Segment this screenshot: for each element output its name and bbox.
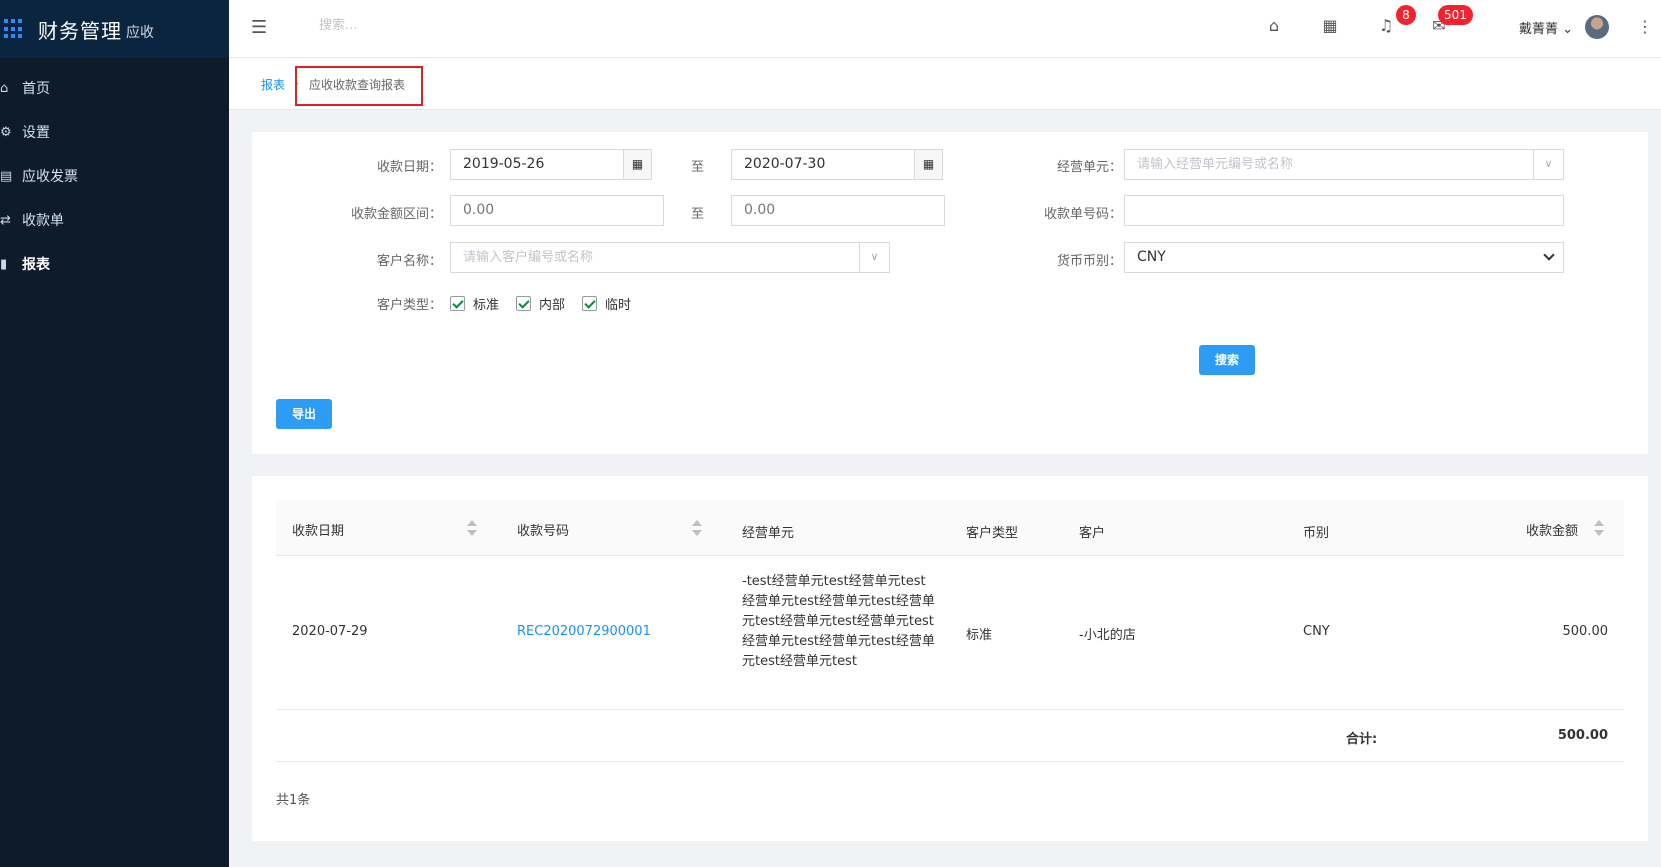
app-grid-icon [4,19,24,39]
sidebar-item-label: 设置 [22,125,50,141]
sidebar-item-label: 首页 [22,81,50,97]
bell-icon[interactable]: ♫ [1376,16,1396,36]
export-button[interactable]: 导出 [276,399,332,429]
sidebar-item-receipt[interactable]: ⇄ 收款单 [0,198,229,242]
chevron-down-icon: ⌄ [1562,22,1574,37]
currency-value: CNY [1137,249,1166,265]
sidebar-item-home[interactable]: ⌂ 首页 [0,66,229,110]
customer-type-label: 客户类型： [376,298,442,313]
calendar-icon[interactable]: ▦ [914,149,943,180]
search-input[interactable] [319,18,519,33]
column-header-customer: 客户 [1079,526,1106,541]
checkbox-label: 标准 [473,298,500,313]
sidebar-item-settings[interactable]: ⚙ 设置 [0,110,229,154]
checkbox-checked-icon [516,296,531,311]
column-header-number[interactable]: 收款号码 [517,520,569,539]
column-header-unit: 经营单元 [742,526,795,541]
app-subtitle: 应收 [126,25,154,41]
customer-type-internal-checkbox[interactable]: 内部 [516,294,565,313]
receipt-no-input[interactable] [1124,195,1564,226]
filter-panel: 收款日期： 2019-05-26 ▦ 至 2020-07-30 ▦ 经营单元： … [252,132,1648,454]
table-row: 2020-07-29 REC2020072900001 -test经营单元tes… [276,556,1624,710]
cell-date: 2020-07-29 [292,624,368,639]
sort-icon[interactable] [1594,520,1604,538]
notification-badge: 8 [1396,5,1416,25]
cell-number-link[interactable]: REC2020072900001 [517,624,651,639]
checkbox-checked-icon [450,296,465,311]
user-name: 戴菁菁 [1519,22,1559,37]
results-panel: 收款日期 收款号码 经营单元 客户类型 客户 币别 收款金额 2020-07-2… [252,476,1648,841]
customer-select[interactable]: 请输入客户编号或名称 ∨ [450,242,890,273]
date-label: 收款日期： [376,160,442,175]
unit-placeholder: 请输入经营单元编号或名称 [1137,157,1294,172]
sum-label: 合计: [1346,732,1378,747]
breadcrumb-link-reports[interactable]: 报表 [261,76,285,93]
sum-value: 500.00 [1557,728,1608,743]
search-button[interactable]: 搜索 [1199,345,1255,375]
customer-type-standard-checkbox[interactable]: 标准 [450,294,499,313]
receipt-icon: ⇄ [0,212,11,228]
date-from-input[interactable]: 2019-05-26 [450,149,624,180]
date-to-separator: 至 [691,160,705,175]
amount-label: 收款金额区间： [350,207,442,222]
total-count: 共1条 [276,793,311,808]
unit-label: 经营单元： [1056,160,1122,175]
column-header-currency: 币别 [1303,526,1330,541]
amount-from-input[interactable]: 0.00 [450,195,664,226]
checkbox-label: 临时 [605,298,632,313]
table-header: 收款日期 收款号码 经营单元 客户类型 客户 币别 收款金额 [276,500,1624,556]
message-badge: 501 [1438,5,1473,25]
date-to-input[interactable]: 2020-07-30 [731,149,915,180]
app-title: 财务管理 [38,18,122,43]
chevron-down-icon [1543,249,1555,261]
breadcrumb-current: 应收收款查询报表 [295,66,423,106]
sidebar-item-label: 收款单 [22,213,64,229]
chevron-down-icon: ∨ [859,242,889,273]
customer-label: 客户名称： [376,254,442,269]
customer-type-temporary-checkbox[interactable]: 临时 [582,294,631,313]
checkbox-checked-icon [582,296,597,311]
apps-grid-icon[interactable]: ▦ [1320,16,1340,36]
sort-icon[interactable] [467,520,477,538]
cell-currency: CNY [1303,624,1330,639]
calendar-icon[interactable]: ▦ [623,149,652,180]
avatar[interactable] [1585,15,1609,39]
breadcrumb: 报表 › 应收收款查询报表 [229,58,1661,110]
column-header-amount[interactable]: 收款金额 [1526,520,1578,539]
menu-toggle-icon[interactable]: ☰ [251,17,271,38]
top-bar: ☰ ⌂ ▦ ♫ 8 ✉ 501 戴菁菁 ⌄ ⋮ [229,0,1661,58]
bar-chart-icon: ▮ [0,256,8,272]
invoice-icon: ▤ [0,168,13,184]
sort-icon[interactable] [692,520,702,538]
cell-unit: -test经营单元test经营单元test经营单元test经营单元test经营单… [742,574,935,669]
user-menu[interactable]: 戴菁菁 ⌄ [1519,18,1573,37]
amount-to-separator: 至 [691,207,705,222]
column-header-customer-type: 客户类型 [966,526,1019,541]
cell-customer: -小北的店 [1079,628,1136,643]
summary-row: 合计: 500.00 [276,710,1624,762]
sidebar-item-label: 报表 [22,257,50,273]
receipt-no-label: 收款单号码： [1043,207,1122,222]
customer-placeholder: 请输入客户编号或名称 [463,250,594,265]
gear-icon: ⚙ [0,124,12,140]
cell-customer-type: 标准 [966,628,993,643]
chevron-down-icon: ∨ [1533,149,1563,180]
home-icon: ⌂ [0,80,9,96]
currency-select[interactable]: CNY [1124,242,1564,273]
checkbox-label: 内部 [539,298,566,313]
cell-amount: 500.00 [1562,624,1609,639]
currency-label: 货币币别： [1056,254,1122,269]
sidebar-item-reports[interactable]: ▮ 报表 [0,242,229,286]
brand: 财务管理 应收 [0,0,229,58]
sidebar-item-label: 应收发票 [22,169,78,185]
sidebar: 财务管理 应收 ⌂ 首页 ⚙ 设置 ▤ 应收发票 ⇄ 收款单 ▮ 报表 [0,0,229,867]
sidebar-nav: ⌂ 首页 ⚙ 设置 ▤ 应收发票 ⇄ 收款单 ▮ 报表 [0,58,229,286]
unit-select[interactable]: 请输入经营单元编号或名称 ∨ [1124,149,1564,180]
home-icon[interactable]: ⌂ [1264,16,1284,36]
amount-to-input[interactable]: 0.00 [731,195,945,226]
column-header-date[interactable]: 收款日期 [292,520,344,539]
sidebar-item-invoice[interactable]: ▤ 应收发票 [0,154,229,198]
more-icon[interactable]: ⋮ [1637,17,1653,36]
